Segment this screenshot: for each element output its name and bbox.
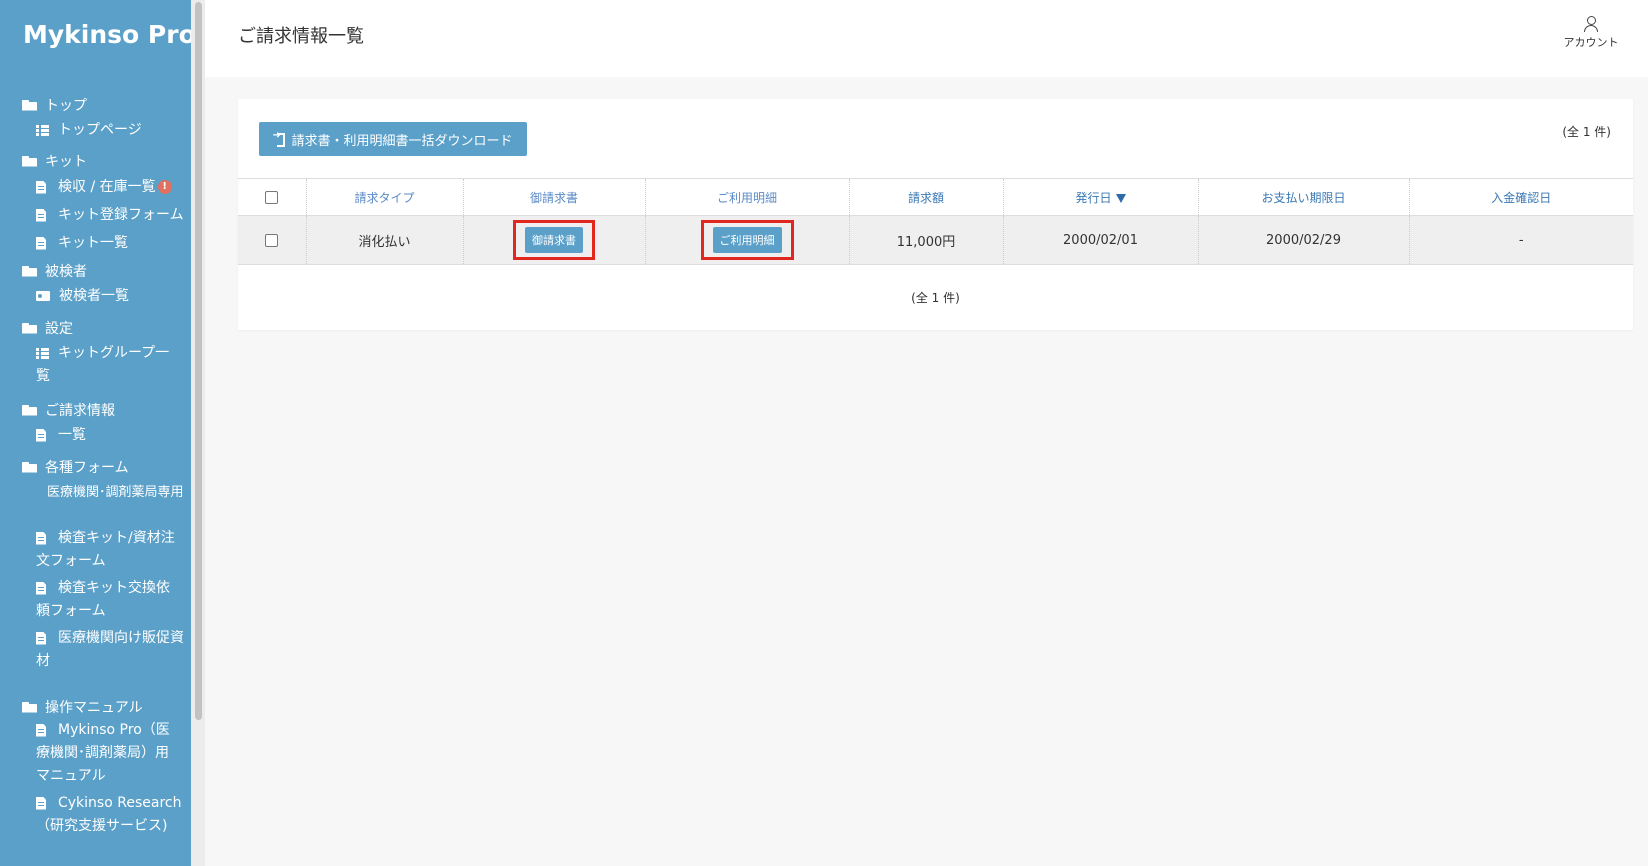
header: ご請求情報一覧 アカウント bbox=[205, 0, 1648, 77]
nav-group-label: キット bbox=[45, 154, 87, 170]
nav-group-settings[interactable]: 設定 bbox=[22, 318, 73, 338]
column-header-detail[interactable]: ご利用明細 bbox=[644, 178, 849, 216]
account-label: アカウント bbox=[1563, 36, 1619, 49]
sidebar-item-form-order[interactable]: 検査キット/資材注文フォーム bbox=[36, 527, 181, 573]
folder-icon bbox=[22, 701, 37, 713]
document-icon bbox=[36, 631, 46, 645]
document-plus-icon bbox=[36, 208, 46, 222]
sidebar-item-label: 検収 / 在庫一覧 bbox=[58, 179, 156, 195]
bulk-download-button[interactable]: 請求書・利用明細書一括ダウンロード bbox=[259, 122, 527, 156]
folder-icon bbox=[22, 322, 37, 334]
sidebar-item-billing-list[interactable]: 一覧 bbox=[36, 424, 191, 447]
document-icon bbox=[36, 723, 46, 737]
sidebar-item-label: トップページ bbox=[58, 122, 142, 138]
column-header-invoice[interactable]: 御請求書 bbox=[462, 178, 645, 216]
cell-due: 2000/02/29 bbox=[1197, 215, 1409, 265]
document-icon bbox=[36, 531, 46, 545]
nav-group-top[interactable]: トップ bbox=[22, 95, 87, 115]
nav-group-forms[interactable]: 各種フォーム bbox=[22, 457, 129, 477]
sidebar: Mykinso Pro トップ トップページ キット 検収 / 在庫一覧! キッ… bbox=[0, 0, 201, 866]
folder-icon bbox=[22, 461, 37, 473]
sort-desc-icon bbox=[1115, 193, 1126, 203]
sidebar-item-kit-group-list[interactable]: キットグループ一覧 bbox=[36, 342, 176, 388]
document-icon bbox=[36, 428, 46, 442]
column-header-type[interactable]: 請求タイプ bbox=[305, 178, 463, 216]
cell-paid: - bbox=[1408, 215, 1633, 265]
nav-group-label: 被検者 bbox=[45, 264, 87, 280]
sidebar-item-manual-cykinso[interactable]: Cykinso Research（研究支援サービス) bbox=[36, 792, 186, 838]
column-header-due[interactable]: お支払い期限日 bbox=[1197, 178, 1409, 216]
sidebar-item-form-promo[interactable]: 医療機関向け販促資材 bbox=[36, 627, 186, 673]
highlight-box: ご利用明細 bbox=[700, 220, 794, 260]
sidebar-item-label: 被検者一覧 bbox=[59, 288, 129, 304]
sign-in-icon bbox=[272, 130, 286, 147]
folder-icon bbox=[22, 265, 37, 277]
list-icon bbox=[36, 347, 49, 359]
document-icon bbox=[36, 796, 46, 810]
sidebar-item-kit-list[interactable]: キット一覧 bbox=[36, 232, 191, 255]
id-card-icon bbox=[36, 291, 50, 301]
page-title: ご請求情報一覧 bbox=[238, 26, 364, 47]
folder-icon bbox=[22, 404, 37, 416]
nav-group-subject[interactable]: 被検者 bbox=[22, 261, 87, 281]
nav-group-kit[interactable]: キット bbox=[22, 151, 87, 171]
alert-badge: ! bbox=[157, 180, 172, 194]
invoice-button[interactable]: 御請求書 bbox=[525, 227, 583, 253]
cell-invoice: 御請求書 bbox=[462, 215, 645, 265]
document-icon bbox=[36, 180, 46, 194]
sidebar-item-label: キット登録フォーム bbox=[58, 207, 184, 223]
folder-icon bbox=[22, 155, 37, 167]
document-icon bbox=[36, 581, 46, 595]
sidebar-item-label: 一覧 bbox=[58, 427, 86, 443]
column-header-issued[interactable]: 発行日 bbox=[1002, 178, 1198, 216]
table-row: 消化払い 御請求書 ご利用明細 11,000円 2000/02/01 2000/… bbox=[238, 215, 1633, 265]
nav-group-label: 各種フォーム bbox=[45, 460, 129, 476]
cell-amount: 11,000円 bbox=[848, 215, 1003, 265]
bulk-download-label: 請求書・利用明細書一括ダウンロード bbox=[291, 133, 513, 149]
sidebar-item-kit-register[interactable]: キット登録フォーム bbox=[36, 204, 191, 227]
sidebar-item-manual-pro[interactable]: Mykinso Pro（医療機関･調剤薬局）用マニュアル bbox=[36, 719, 181, 788]
sidebar-item-label: キットグループ一覧 bbox=[36, 345, 170, 384]
usage-detail-button[interactable]: ご利用明細 bbox=[712, 227, 782, 253]
select-all-checkbox[interactable] bbox=[265, 191, 279, 204]
user-icon bbox=[1584, 16, 1598, 32]
brand-logo[interactable]: Mykinso Pro bbox=[23, 20, 196, 49]
nav-group-label: ご請求情報 bbox=[45, 403, 115, 419]
select-all-cell bbox=[238, 178, 306, 216]
nav-group-label: トップ bbox=[45, 98, 87, 114]
row-select-cell bbox=[238, 215, 306, 265]
sidebar-item-label: キット一覧 bbox=[58, 235, 128, 251]
sidebar-item-form-exchange[interactable]: 検査キット交換依頼フォーム bbox=[36, 577, 181, 623]
cell-type: 消化払い bbox=[305, 215, 463, 265]
highlight-box: 御請求書 bbox=[513, 220, 595, 260]
record-count-top: (全 1 件) bbox=[1562, 125, 1611, 139]
sidebar-item-label: 検査キット/資材注文フォーム bbox=[36, 530, 175, 569]
cell-detail: ご利用明細 bbox=[644, 215, 849, 265]
nav-group-billing[interactable]: ご請求情報 bbox=[22, 400, 115, 420]
sidebar-scrollbar-thumb[interactable] bbox=[195, 2, 202, 720]
sidebar-item-label: 医療機関向け販促資材 bbox=[36, 630, 184, 669]
column-header-issued-label: 発行日 bbox=[1075, 190, 1112, 205]
billing-card: 請求書・利用明細書一括ダウンロード (全 1 件) 請求タイプ 御請求書 ご利用… bbox=[238, 99, 1633, 330]
nav-group-label: 設定 bbox=[45, 321, 73, 337]
folder-icon bbox=[22, 99, 37, 111]
list-icon bbox=[36, 124, 49, 136]
account-button[interactable]: アカウント bbox=[1561, 16, 1621, 50]
nav-group-label: 操作マニュアル bbox=[45, 700, 143, 716]
nav-group-manual[interactable]: 操作マニュアル bbox=[22, 697, 143, 717]
forms-subtitle: 医療機関･調剤薬局専用 bbox=[47, 485, 184, 500]
document-icon bbox=[36, 236, 46, 250]
column-header-amount[interactable]: 請求額 bbox=[848, 178, 1003, 216]
sidebar-item-label: Mykinso Pro（医療機関･調剤薬局）用マニュアル bbox=[36, 722, 170, 784]
cell-issued: 2000/02/01 bbox=[1002, 215, 1198, 265]
sidebar-item-top-page[interactable]: トップページ bbox=[36, 119, 191, 142]
billing-table: 請求タイプ 御請求書 ご利用明細 請求額 発行日 お支払い期限日 入金確認日 消… bbox=[238, 178, 1633, 265]
sidebar-item-label: Cykinso Research（研究支援サービス) bbox=[36, 795, 182, 834]
row-checkbox[interactable] bbox=[265, 233, 279, 247]
sidebar-item-kit-collect[interactable]: 検収 / 在庫一覧! bbox=[36, 176, 191, 199]
column-header-paid[interactable]: 入金確認日 bbox=[1408, 178, 1633, 216]
sidebar-item-label: 検査キット交換依頼フォーム bbox=[36, 580, 170, 619]
sidebar-item-subject-list[interactable]: 被検者一覧 bbox=[36, 285, 191, 308]
record-count-bottom: (全 1 件) bbox=[911, 291, 960, 305]
